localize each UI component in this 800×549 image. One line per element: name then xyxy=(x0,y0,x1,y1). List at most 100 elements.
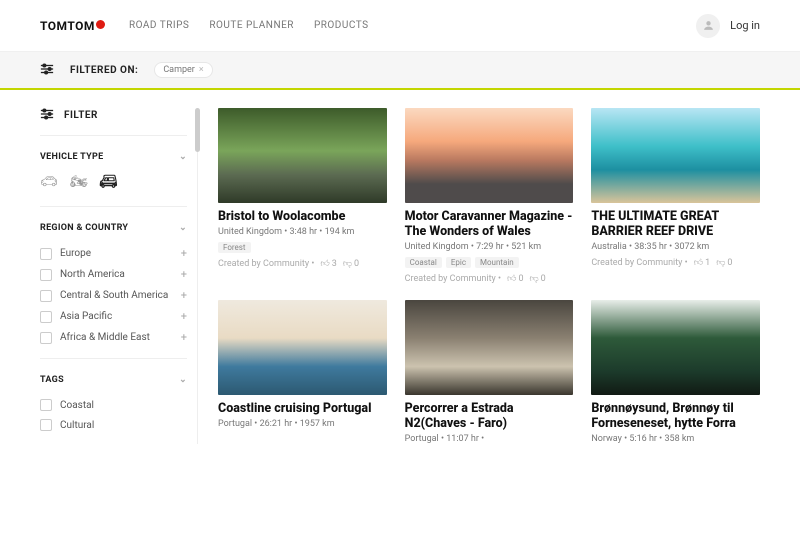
user-icon xyxy=(696,14,720,38)
tags-header[interactable]: TAGS ⌄ xyxy=(40,375,187,395)
nav-products[interactable]: PRODUCTS xyxy=(314,20,369,31)
card-meta: Portugal • 11:07 hr • xyxy=(405,434,574,444)
card-meta: Norway • 5:16 hr • 358 km xyxy=(591,434,760,444)
tags-label: TAGS xyxy=(40,375,64,385)
region-header[interactable]: REGION & COUNTRY ⌄ xyxy=(40,223,187,243)
checkbox-icon[interactable] xyxy=(40,248,52,260)
checkbox-icon[interactable] xyxy=(40,332,52,344)
card-title: Percorrer a Estrada N2(Chaves - Faro) xyxy=(405,401,574,431)
region-item[interactable]: Central & South America + xyxy=(40,285,187,306)
region-item[interactable]: North America + xyxy=(40,264,187,285)
up-count: 1 xyxy=(705,258,710,268)
expand-icon[interactable]: + xyxy=(181,331,187,344)
checkbox-icon[interactable] xyxy=(40,399,52,411)
expand-icon[interactable]: + xyxy=(181,289,187,302)
up-count: 0 xyxy=(518,274,523,284)
vehicle-type-header[interactable]: VEHICLE TYPE ⌄ xyxy=(40,152,187,172)
close-icon[interactable]: × xyxy=(199,65,204,75)
trip-card[interactable]: Coastline cruising Portugal Portugal • 26… xyxy=(218,300,387,444)
card-title: Coastline cruising Portugal xyxy=(218,401,387,416)
thumbs-down-icon[interactable]: 👎︎ 0 xyxy=(343,259,359,269)
logo-text: TOMTOM xyxy=(40,19,95,33)
expand-icon[interactable]: + xyxy=(181,310,187,323)
motorcycle-icon[interactable]: 🏍︎ xyxy=(70,174,88,190)
card-meta: United Kingdom • 7:29 hr • 521 km xyxy=(405,242,574,252)
chevron-down-icon: ⌄ xyxy=(179,152,187,162)
card-title: THE ULTIMATE GREAT BARRIER REEF DRIVE xyxy=(591,209,760,239)
scrollbar-thumb[interactable] xyxy=(195,108,200,152)
tag-item[interactable]: Coastal xyxy=(40,395,187,415)
card-thumbnail xyxy=(218,108,387,203)
camper-icon[interactable]: 🚐︎ xyxy=(100,174,118,190)
list-item-label: Asia Pacific xyxy=(60,311,112,322)
card-byline: Created by Community • 👍︎ 0 👎︎ 0 xyxy=(405,274,574,284)
region-label: REGION & COUNTRY xyxy=(40,223,128,233)
logo[interactable]: TOMTOM xyxy=(40,19,105,33)
trip-card[interactable]: Brønnøysund, Brønnøy til Forneseneset, h… xyxy=(591,300,760,444)
thumbs-up-icon[interactable]: 👍︎ 3 xyxy=(320,259,336,269)
nav-route-planner[interactable]: ROUTE PLANNER xyxy=(209,20,294,31)
card-tag: Coastal xyxy=(405,257,442,268)
card-byline: Created by Community • 👍︎ 3 👎︎ 0 xyxy=(218,259,387,269)
login-link[interactable]: Log in xyxy=(696,14,760,38)
filtered-on-label: FILTERED ON: xyxy=(70,65,138,76)
thumbs-up-icon[interactable]: 👍︎ 1 xyxy=(694,258,710,268)
list-item-label: North America xyxy=(60,269,125,280)
up-count: 3 xyxy=(332,259,337,269)
expand-icon[interactable]: + xyxy=(181,268,187,281)
filter-chip[interactable]: Camper × xyxy=(154,62,212,78)
card-meta: Portugal • 26:21 hr • 1957 km xyxy=(218,419,387,429)
trip-card[interactable]: Bristol to Woolacombe United Kingdom • 3:… xyxy=(218,108,387,284)
card-tags: Coastal Epic Mountain xyxy=(405,257,574,268)
filter-sidebar: FILTER VEHICLE TYPE ⌄ 🚗︎ 🏍︎ 🚐︎ REGION & … xyxy=(40,108,198,444)
checkbox-icon[interactable] xyxy=(40,419,52,431)
card-thumbnail xyxy=(405,300,574,395)
card-meta: United Kingdom • 3:48 hr • 194 km xyxy=(218,227,387,237)
sliders-icon xyxy=(40,63,54,78)
list-item-label: Central & South America xyxy=(60,290,168,301)
card-tag: Mountain xyxy=(475,257,519,268)
chevron-down-icon: ⌄ xyxy=(179,223,187,233)
app-header: TOMTOM ROAD TRIPS ROUTE PLANNER PRODUCTS… xyxy=(0,0,800,52)
card-title: Brønnøysund, Brønnøy til Forneseneset, h… xyxy=(591,401,760,431)
thumbs-up-icon[interactable]: 👍︎ 0 xyxy=(507,274,523,284)
trip-card[interactable]: Motor Caravanner Magazine - The Wonders … xyxy=(405,108,574,284)
thumbs-down-icon[interactable]: 👎︎ 0 xyxy=(530,274,546,284)
main-nav: ROAD TRIPS ROUTE PLANNER PRODUCTS xyxy=(129,20,369,31)
chevron-down-icon: ⌄ xyxy=(179,375,187,385)
card-thumbnail xyxy=(218,300,387,395)
checkbox-icon[interactable] xyxy=(40,311,52,323)
trip-card[interactable]: THE ULTIMATE GREAT BARRIER REEF DRIVE Aus… xyxy=(591,108,760,284)
list-item-label: Coastal xyxy=(60,400,94,411)
region-item[interactable]: Asia Pacific + xyxy=(40,306,187,327)
checkbox-icon[interactable] xyxy=(40,290,52,302)
tag-item[interactable]: Cultural xyxy=(40,415,187,435)
vehicle-type-block: VEHICLE TYPE ⌄ 🚗︎ 🏍︎ 🚐︎ xyxy=(40,136,187,192)
card-byline: Created by Community • 👍︎ 1 👎︎ 0 xyxy=(591,258,760,268)
region-item[interactable]: Europe + xyxy=(40,243,187,264)
sliders-icon xyxy=(40,108,54,123)
card-title: Bristol to Woolacombe xyxy=(218,209,387,224)
card-tags: Forest xyxy=(218,242,387,253)
vehicle-type-label: VEHICLE TYPE xyxy=(40,152,103,162)
filter-heading: FILTER xyxy=(40,108,187,135)
thumbs-down-icon[interactable]: 👎︎ 0 xyxy=(716,258,732,268)
down-count: 0 xyxy=(541,274,546,284)
list-item-label: Europe xyxy=(60,248,91,259)
expand-icon[interactable]: + xyxy=(181,247,187,260)
nav-road-trips[interactable]: ROAD TRIPS xyxy=(129,20,189,31)
login-label: Log in xyxy=(730,19,760,32)
region-item[interactable]: Africa & Middle East + xyxy=(40,327,187,348)
results-grid: Bristol to Woolacombe United Kingdom • 3:… xyxy=(198,108,760,444)
card-tag: Epic xyxy=(446,257,471,268)
checkbox-icon[interactable] xyxy=(40,269,52,281)
tags-block: TAGS ⌄ Coastal Cultural xyxy=(40,359,187,435)
region-block: REGION & COUNTRY ⌄ Europe + North America +… xyxy=(40,207,187,348)
trip-card[interactable]: Percorrer a Estrada N2(Chaves - Faro) Por… xyxy=(405,300,574,444)
list-item-label: Africa & Middle East xyxy=(60,332,150,343)
list-item-label: Cultural xyxy=(60,420,94,431)
down-count: 0 xyxy=(354,259,359,269)
car-icon[interactable]: 🚗︎ xyxy=(40,174,58,190)
card-meta: Australia • 38:35 hr • 3072 km xyxy=(591,242,760,252)
filter-chip-label: Camper xyxy=(163,65,195,75)
